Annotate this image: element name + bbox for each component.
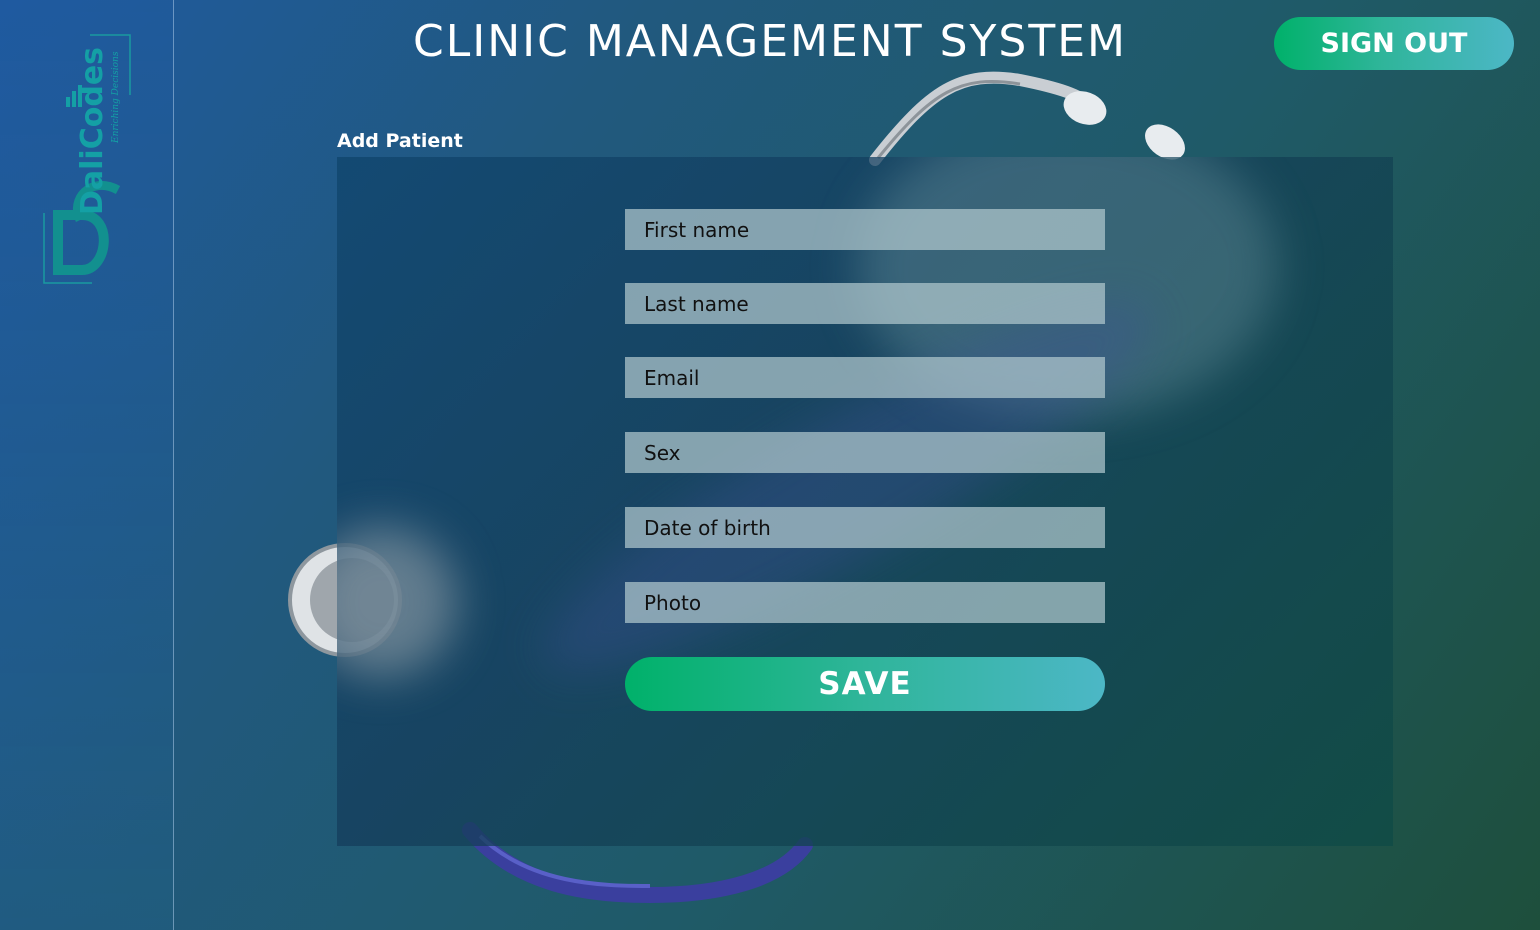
logo-tagline-text: Enriching Decisions bbox=[111, 51, 121, 144]
app-title: CLINIC MANAGEMENT SYSTEM bbox=[413, 16, 1127, 67]
logo-brand-text: DaliCodes bbox=[75, 47, 110, 215]
email-field[interactable] bbox=[625, 357, 1105, 398]
first-name-field[interactable] bbox=[625, 209, 1105, 250]
sign-out-button[interactable]: SIGN OUT bbox=[1274, 17, 1514, 70]
sidebar: DaliCodes Enriching Decisions bbox=[0, 0, 174, 930]
add-patient-panel: SAVE bbox=[337, 157, 1393, 846]
date-of-birth-field[interactable] bbox=[625, 507, 1105, 548]
panel-glow-left bbox=[337, 527, 457, 677]
sex-field[interactable] bbox=[625, 432, 1105, 473]
dalicodes-logo: DaliCodes Enriching Decisions bbox=[43, 34, 131, 284]
save-button[interactable]: SAVE bbox=[625, 657, 1105, 711]
panel-title: Add Patient bbox=[337, 130, 463, 152]
last-name-field[interactable] bbox=[625, 283, 1105, 324]
photo-field[interactable] bbox=[625, 582, 1105, 623]
